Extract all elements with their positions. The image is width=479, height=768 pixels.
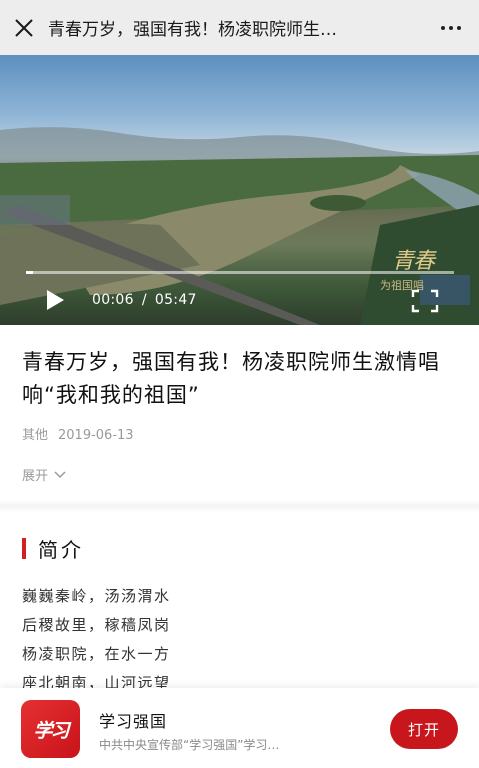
close-icon (15, 18, 33, 37)
page-title: 青春万岁，强国有我！杨凌职院师生… (48, 20, 337, 40)
expand-label: 展开 (22, 469, 49, 484)
open-app-button[interactable]: 打开 (390, 709, 458, 749)
heading-accent-bar (22, 538, 26, 559)
close-button[interactable] (0, 0, 48, 55)
app-logo: 学习 (21, 700, 80, 758)
more-button[interactable] (423, 0, 479, 55)
intro-line: 杨凌职院，在水一方 (22, 645, 171, 663)
intro-heading: 简介 (22, 534, 84, 563)
article-category: 其他 (22, 428, 49, 443)
section-divider (0, 500, 479, 512)
app-logo-text: 学习 (33, 719, 69, 742)
chevron-down-icon (54, 470, 66, 478)
intro-text: 巍巍秦岭，汤汤渭水 后稷故里，稼穑凤岗 杨凌职院，在水一方 座北朝南，山河远望 (22, 582, 171, 698)
fullscreen-icon[interactable] (411, 289, 439, 313)
article-title: 青春万岁，强国有我！杨凌职院师生激情唱响“我和我的祖国” (22, 350, 440, 407)
video-player[interactable]: 青春 为祖国唱 00:06/05:47 (0, 55, 479, 325)
top-nav-bar: 青春万岁，强国有我！杨凌职院师生… (0, 0, 479, 55)
article-meta: 其他 2019-06-13 (22, 424, 134, 443)
app-download-banner: 学习 学习强国 中共中央宣传部“学习强国”学习… 打开 (0, 688, 479, 768)
intro-line: 后稷故里，稼穑凤岗 (22, 616, 171, 634)
app-description: 中共中央宣传部“学习强国”学习… (99, 738, 280, 752)
more-icon (441, 25, 445, 30)
intro-line: 巍巍秦岭，汤汤渭水 (22, 587, 171, 605)
article-date: 2019-06-13 (58, 428, 134, 443)
expand-button[interactable]: 展开 (22, 465, 66, 484)
duration: 05:47 (154, 292, 197, 308)
time-separator: / (141, 292, 147, 308)
intro-heading-text: 简介 (38, 538, 84, 562)
video-progress-bar[interactable] (26, 271, 454, 274)
app-name: 学习强国 (99, 712, 168, 731)
play-icon[interactable] (44, 288, 66, 312)
video-time: 00:06 / 05:47 (92, 292, 197, 308)
current-time: 00:06 (92, 292, 134, 308)
video-progress-fill (26, 271, 34, 274)
